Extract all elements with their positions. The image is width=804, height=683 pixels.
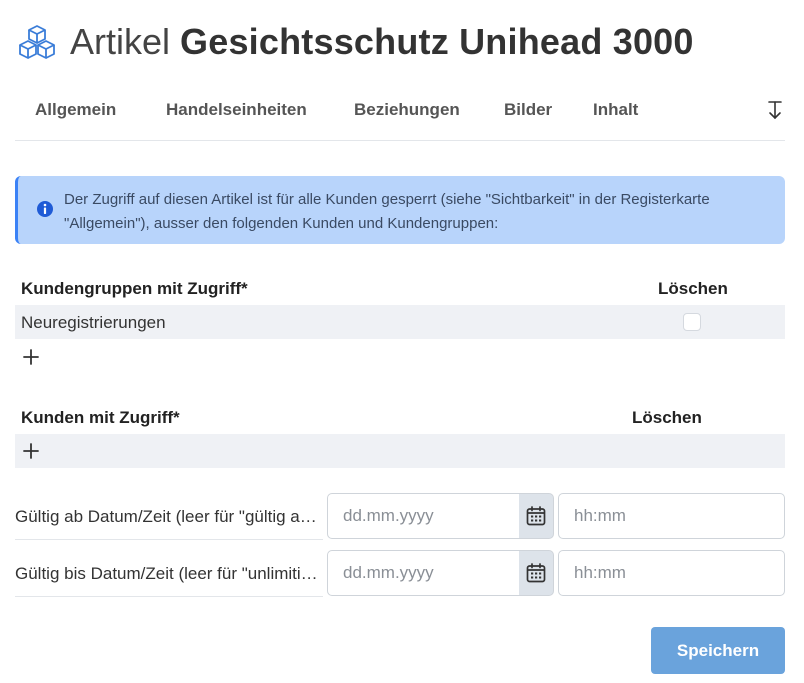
valid-from-calendar-button[interactable] (519, 493, 554, 539)
cubes-icon (19, 25, 55, 59)
customer-group-name: Neuregistrierungen (21, 313, 166, 332)
valid-until-label: Gültig bis Datum/Zeit (leer für "unlimit… (15, 564, 323, 583)
add-customer-group-icon[interactable] (22, 348, 40, 366)
valid-from-time-input[interactable] (558, 493, 785, 539)
add-customer-icon[interactable] (22, 442, 40, 460)
page-header: Artikel Gesichtsschutz Unihead 3000 (18, 18, 694, 66)
tab-bilder[interactable]: Bilder (504, 100, 552, 120)
tab-handelseinheiten[interactable]: Handelseinheiten (166, 100, 307, 120)
delete-checkbox[interactable] (683, 313, 701, 331)
customer-groups-header: Kundengruppen mit Zugriff* (21, 279, 248, 298)
arrow-down-to-line-icon[interactable] (765, 98, 785, 124)
info-circle-icon (37, 201, 53, 217)
valid-from-date-input[interactable] (327, 493, 520, 539)
divider (15, 539, 323, 540)
info-alert: Der Zugriff auf diesen Artikel ist für a… (15, 176, 785, 244)
valid-until-calendar-button[interactable] (519, 550, 554, 596)
valid-until-time-input[interactable] (558, 550, 785, 596)
divider (15, 596, 323, 597)
tab-allgemein[interactable]: Allgemein (35, 100, 116, 120)
tab-inhalt[interactable]: Inhalt (593, 100, 638, 120)
customers-delete-header: Löschen (632, 408, 702, 427)
page-title: Gesichtsschutz Unihead 3000 (180, 21, 694, 62)
calendar-icon (526, 563, 546, 583)
valid-from-label: Gültig ab Datum/Zeit (leer für "gültig a… (15, 507, 323, 526)
tab-bar: Allgemein Handelseinheiten Beziehungen B… (15, 88, 785, 141)
page-title-prefix: Artikel (70, 21, 171, 62)
valid-until-date-input[interactable] (327, 550, 520, 596)
table-row (15, 434, 785, 468)
tab-beziehungen[interactable]: Beziehungen (354, 100, 460, 120)
customers-header: Kunden mit Zugriff* (21, 408, 180, 427)
save-button[interactable]: Speichern (651, 627, 785, 674)
alert-message: Der Zugriff auf diesen Artikel ist für a… (64, 191, 710, 232)
calendar-icon (526, 506, 546, 526)
customer-groups-delete-header: Löschen (658, 279, 728, 298)
